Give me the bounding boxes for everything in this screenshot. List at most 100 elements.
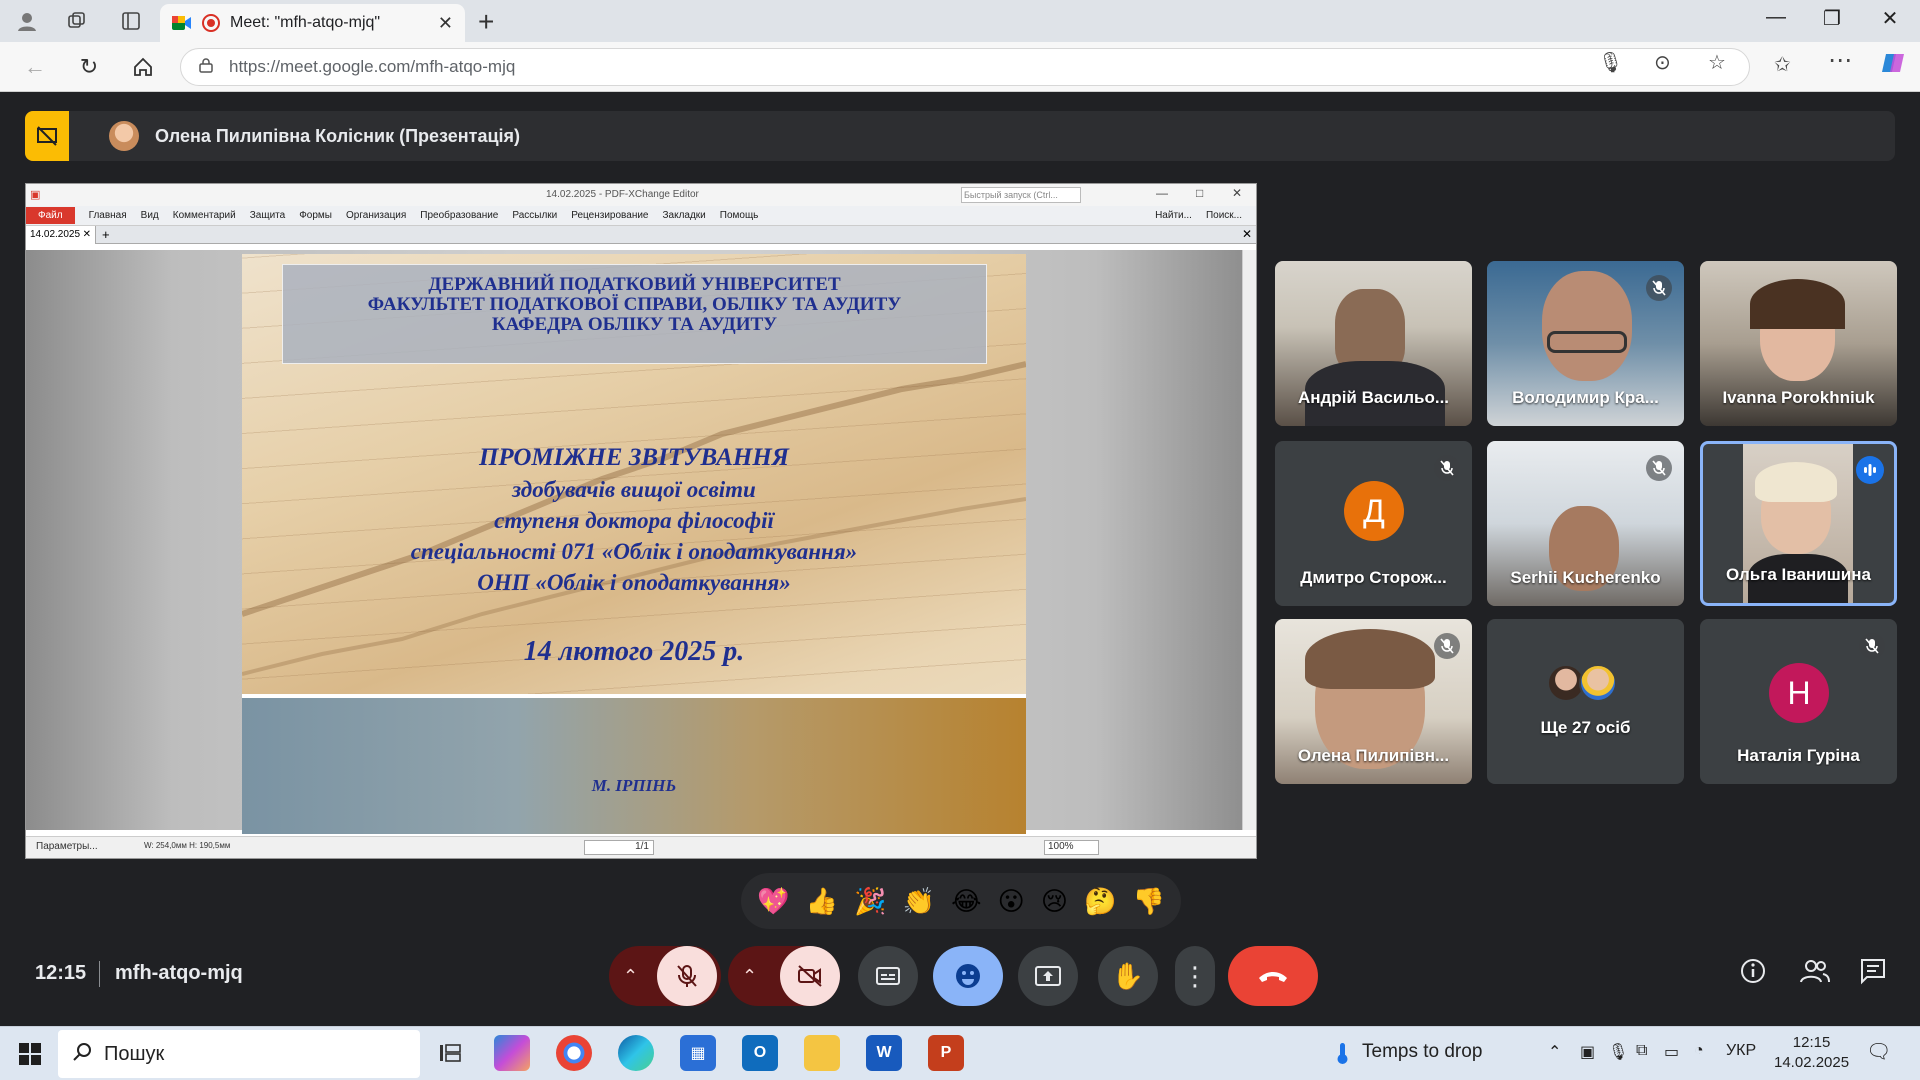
settings-more-icon[interactable]: ⋯ bbox=[1828, 46, 1852, 75]
captions-button[interactable] bbox=[858, 946, 918, 1006]
microphone-icon[interactable]: 🎙 bbox=[1598, 50, 1623, 75]
windows-start-icon[interactable] bbox=[18, 1042, 42, 1071]
participant-tile[interactable]: Олена Пилипівн... bbox=[1275, 619, 1472, 784]
notifications-icon[interactable]: 🗨 bbox=[1866, 1039, 1891, 1064]
favorite-star-icon[interactable]: ☆ bbox=[1708, 50, 1726, 75]
pdf-params: Параметры... bbox=[36, 841, 98, 852]
chat-icon[interactable] bbox=[1859, 957, 1887, 990]
taskbar-clock[interactable]: 12:15 14.02.2025 bbox=[1774, 1033, 1849, 1073]
more-options-button[interactable]: ⋮ bbox=[1175, 946, 1215, 1006]
new-tab-icon[interactable]: + bbox=[478, 6, 494, 38]
participant-hair bbox=[1305, 629, 1435, 689]
workspaces-icon[interactable] bbox=[64, 9, 90, 33]
tab-actions-icon[interactable] bbox=[118, 9, 144, 33]
participant-name: Дмитро Сторож... bbox=[1300, 568, 1447, 587]
url-field[interactable]: https://meet.google.com/mfh-atqo-mjq bbox=[180, 48, 1750, 86]
people-icon[interactable] bbox=[1799, 957, 1831, 990]
tray-cast-icon[interactable]: ⧉ bbox=[1636, 1042, 1647, 1060]
pdf-zoom: 100% bbox=[1044, 840, 1099, 855]
powerpoint-app-icon[interactable]: P bbox=[928, 1035, 964, 1071]
present-screen-button[interactable] bbox=[1018, 946, 1078, 1006]
captions-icon bbox=[876, 967, 900, 985]
reaction-joy[interactable]: 😂 bbox=[951, 886, 981, 917]
quick-launch-input: Быстрый запуск (Ctrl... bbox=[961, 187, 1081, 203]
maximize-icon[interactable]: ❐ bbox=[1812, 6, 1852, 31]
reload-icon[interactable]: ↻ bbox=[74, 52, 104, 82]
audio-options-chevron-icon[interactable]: ⌃ bbox=[623, 966, 638, 987]
pdf-menu-file: Файл bbox=[26, 207, 75, 224]
chrome-app-icon[interactable] bbox=[556, 1035, 592, 1071]
presentation-bar: Олена Пилипівна Колісник (Презентація) bbox=[25, 111, 1895, 161]
profile-icon[interactable] bbox=[14, 9, 40, 33]
pdf-menu-organize: Организация bbox=[345, 210, 407, 221]
recording-icon bbox=[202, 14, 220, 32]
participant-tile-active-speaker[interactable]: Ольга Іванишина bbox=[1700, 441, 1897, 606]
participant-tile[interactable]: Н Наталія Гуріна bbox=[1700, 619, 1897, 784]
home-icon[interactable] bbox=[128, 52, 158, 82]
pdf-window-title: 14.02.2025 - PDF-XChange Editor bbox=[546, 189, 699, 200]
camera-toggle-button[interactable] bbox=[780, 946, 840, 1006]
reaction-clapping[interactable]: 👏 bbox=[903, 886, 935, 917]
reaction-thumbs-up[interactable]: 👍 bbox=[806, 886, 838, 917]
task-view-icon[interactable] bbox=[432, 1035, 468, 1071]
keyboard-language[interactable]: УКР bbox=[1726, 1042, 1756, 1060]
participant-tile[interactable]: Ivanna Porokhniuk bbox=[1700, 261, 1897, 426]
reaction-sparkling-heart[interactable]: 💖 bbox=[757, 886, 789, 917]
edge-app-icon[interactable] bbox=[618, 1035, 654, 1071]
store-app-icon[interactable]: ▦ bbox=[680, 1035, 716, 1071]
participant-tile[interactable]: Serhii Kucherenko bbox=[1487, 441, 1684, 606]
outlook-app-icon[interactable]: O bbox=[742, 1035, 778, 1071]
search-placeholder: Пошук bbox=[104, 1042, 165, 1065]
pdf-menu-convert: Преобразование bbox=[420, 210, 499, 221]
more-tools-icon[interactable]: ⊙ bbox=[1654, 50, 1671, 75]
video-options-chevron-icon[interactable]: ⌃ bbox=[742, 966, 757, 987]
reactions-button[interactable] bbox=[933, 946, 1003, 1006]
taskbar-search-box[interactable]: Пошук bbox=[58, 1030, 420, 1078]
slide-header-box: ДЕРЖАВНИЙ ПОДАТКОВИЙ УНІВЕРСИТЕТ ФАКУЛЬТ… bbox=[282, 264, 987, 364]
microphone-toggle-button[interactable] bbox=[657, 946, 717, 1006]
weather-text[interactable]: Temps to drop bbox=[1362, 1041, 1482, 1063]
meeting-details-icon[interactable] bbox=[1739, 957, 1767, 990]
active-tab[interactable]: Meet: "mfh-atqo-mjq" ✕ bbox=[160, 4, 465, 42]
participant-name: Ivanna Porokhniuk bbox=[1722, 388, 1875, 407]
presenter-avatar bbox=[109, 121, 139, 151]
reaction-crying[interactable]: 😢 bbox=[1041, 886, 1068, 917]
tab-close-icon[interactable]: ✕ bbox=[438, 13, 453, 34]
file-explorer-icon[interactable] bbox=[804, 1035, 840, 1071]
copilot-app-icon[interactable] bbox=[494, 1035, 530, 1071]
wifi-icon[interactable]: ◔ bbox=[1694, 1042, 1704, 1060]
pdf-title-bar: ▣ 14.02.2025 - PDF-XChange Editor Быстры… bbox=[26, 184, 1256, 206]
slide: ДЕРЖАВНИЙ ПОДАТКОВИЙ УНІВЕРСИТЕТ ФАКУЛЬТ… bbox=[242, 254, 1026, 834]
lock-icon[interactable] bbox=[199, 57, 213, 78]
tray-mic-icon[interactable]: 🎙 bbox=[1608, 1042, 1628, 1062]
reaction-thinking[interactable]: 🤔 bbox=[1084, 886, 1116, 917]
pdf-close-icon: ✕ bbox=[1232, 186, 1243, 200]
more-participants-tile[interactable]: Ще 27 осіб bbox=[1487, 619, 1684, 784]
pdf-menu-help: Помощь bbox=[719, 210, 759, 221]
participant-tile[interactable]: Володимир Кра... bbox=[1487, 261, 1684, 426]
stop-presenting-icon[interactable] bbox=[25, 111, 69, 161]
muted-mic-icon bbox=[1434, 455, 1460, 481]
close-window-icon[interactable]: ✕ bbox=[1870, 6, 1910, 31]
tray-chevron-icon[interactable]: ⌃ bbox=[1548, 1042, 1561, 1062]
back-icon[interactable]: ← bbox=[20, 52, 50, 82]
pdf-find: Найти... bbox=[1155, 210, 1192, 221]
participant-tile[interactable]: Андрій Васильо... bbox=[1275, 261, 1472, 426]
raise-hand-button[interactable]: ✋ bbox=[1098, 946, 1158, 1006]
participant-tile[interactable]: Д Дмитро Сторож... bbox=[1275, 441, 1472, 606]
taskbar-date: 14.02.2025 bbox=[1774, 1054, 1850, 1071]
word-app-icon[interactable]: W bbox=[866, 1035, 902, 1071]
pdf-search: Поиск... bbox=[1205, 210, 1242, 221]
leave-call-button[interactable] bbox=[1228, 946, 1318, 1006]
search-icon bbox=[72, 1042, 92, 1067]
reaction-thumbs-down[interactable]: 👎 bbox=[1133, 886, 1165, 917]
pdf-menu-review: Рецензирование bbox=[571, 210, 649, 221]
favorites-icon[interactable]: ✩ bbox=[1774, 52, 1791, 77]
reaction-party-popper[interactable]: 🎉 bbox=[854, 886, 886, 917]
copilot-icon[interactable] bbox=[1880, 50, 1906, 82]
tray-app-icon[interactable]: ▣ bbox=[1580, 1042, 1595, 1062]
minimize-icon[interactable]: — bbox=[1756, 6, 1796, 29]
participant-name: Serhii Kucherenko bbox=[1510, 568, 1661, 587]
battery-icon[interactable]: ▭ bbox=[1664, 1042, 1679, 1062]
reaction-surprised[interactable]: 😮 bbox=[998, 886, 1025, 917]
